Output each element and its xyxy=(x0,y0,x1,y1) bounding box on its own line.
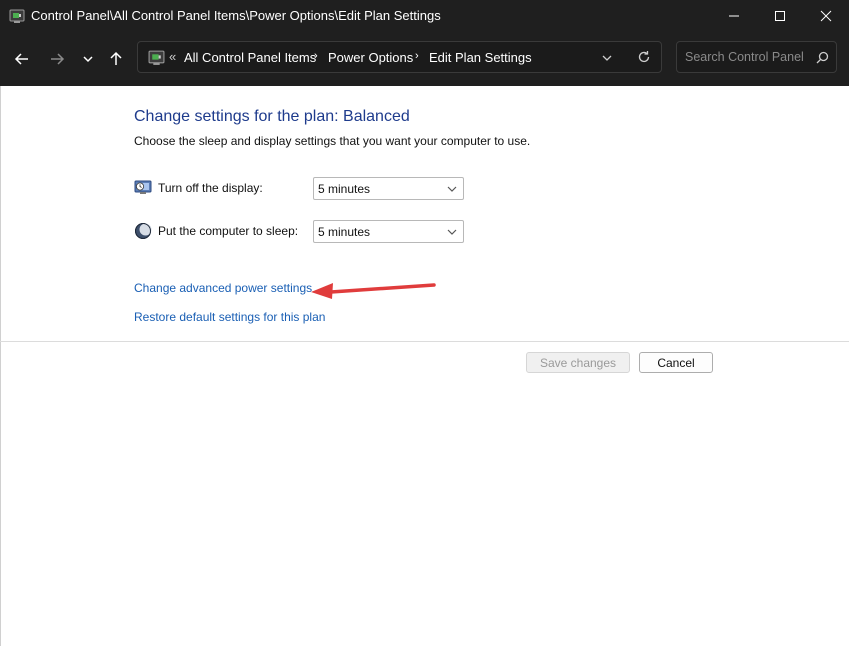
display-timer-icon xyxy=(134,180,152,194)
refresh-icon[interactable] xyxy=(637,50,651,64)
display-timeout-select[interactable]: 5 minutes xyxy=(313,177,464,200)
window-left-border xyxy=(0,86,1,646)
save-changes-button[interactable]: Save changes xyxy=(526,352,630,373)
sleep-moon-icon xyxy=(135,223,152,239)
address-bar[interactable]: « All Control Panel Items › Power Option… xyxy=(137,41,662,73)
chevron-down-icon xyxy=(83,56,93,63)
search-box[interactable]: Search Control Panel xyxy=(676,41,837,73)
breadcrumb-overflow[interactable]: « xyxy=(169,49,176,64)
divider xyxy=(0,341,849,342)
address-history-chevron-icon[interactable] xyxy=(601,52,613,64)
back-button[interactable] xyxy=(10,47,34,71)
recent-locations-button[interactable] xyxy=(76,47,100,71)
display-timeout-label: Turn off the display: xyxy=(158,181,263,195)
breadcrumb-edit-plan[interactable]: Edit Plan Settings xyxy=(429,50,532,65)
chevron-down-icon xyxy=(447,229,457,235)
page-title: Change settings for the plan: Balanced xyxy=(134,108,410,125)
control-panel-window: Control Panel\All Control Panel Items\Po… xyxy=(0,0,849,646)
annotation-arrow xyxy=(311,283,436,299)
up-button[interactable] xyxy=(104,47,128,71)
sleep-timeout-label: Put the computer to sleep: xyxy=(158,224,299,238)
close-icon xyxy=(820,10,832,22)
content-area xyxy=(0,86,849,646)
restore-defaults-link[interactable]: Restore default settings for this plan xyxy=(134,310,325,324)
power-options-app-icon xyxy=(9,9,25,23)
arrow-left-icon xyxy=(14,53,28,65)
search-icon[interactable] xyxy=(816,51,829,64)
window-title: Control Panel\All Control Panel Items\Po… xyxy=(31,8,441,23)
chevron-down-icon xyxy=(447,186,457,192)
sleep-timeout-select[interactable]: 5 minutes xyxy=(313,220,464,243)
cancel-button[interactable]: Cancel xyxy=(639,352,713,373)
maximize-icon xyxy=(775,11,785,21)
sleep-timeout-value: 5 minutes xyxy=(318,225,371,239)
maximize-button[interactable] xyxy=(757,0,803,32)
search-placeholder[interactable]: Search Control Panel xyxy=(685,50,804,64)
close-button[interactable] xyxy=(803,0,849,32)
breadcrumb-power-options[interactable]: Power Options xyxy=(328,50,413,65)
minimize-button[interactable] xyxy=(711,0,757,32)
display-timeout-value: 5 minutes xyxy=(318,182,371,196)
advanced-power-settings-link[interactable]: Change advanced power settings xyxy=(134,281,312,295)
minimize-icon xyxy=(729,15,739,17)
breadcrumb-separator[interactable]: › xyxy=(314,50,318,62)
power-options-location-icon xyxy=(148,50,165,65)
breadcrumb-separator[interactable]: › xyxy=(415,50,419,62)
page-description: Choose the sleep and display settings th… xyxy=(134,134,531,148)
arrow-up-icon xyxy=(110,51,122,65)
forward-button[interactable] xyxy=(45,47,69,71)
breadcrumb-all-items[interactable]: All Control Panel Items xyxy=(184,50,316,65)
title-bar: Control Panel\All Control Panel Items\Po… xyxy=(0,0,849,32)
arrow-right-icon xyxy=(51,53,65,65)
